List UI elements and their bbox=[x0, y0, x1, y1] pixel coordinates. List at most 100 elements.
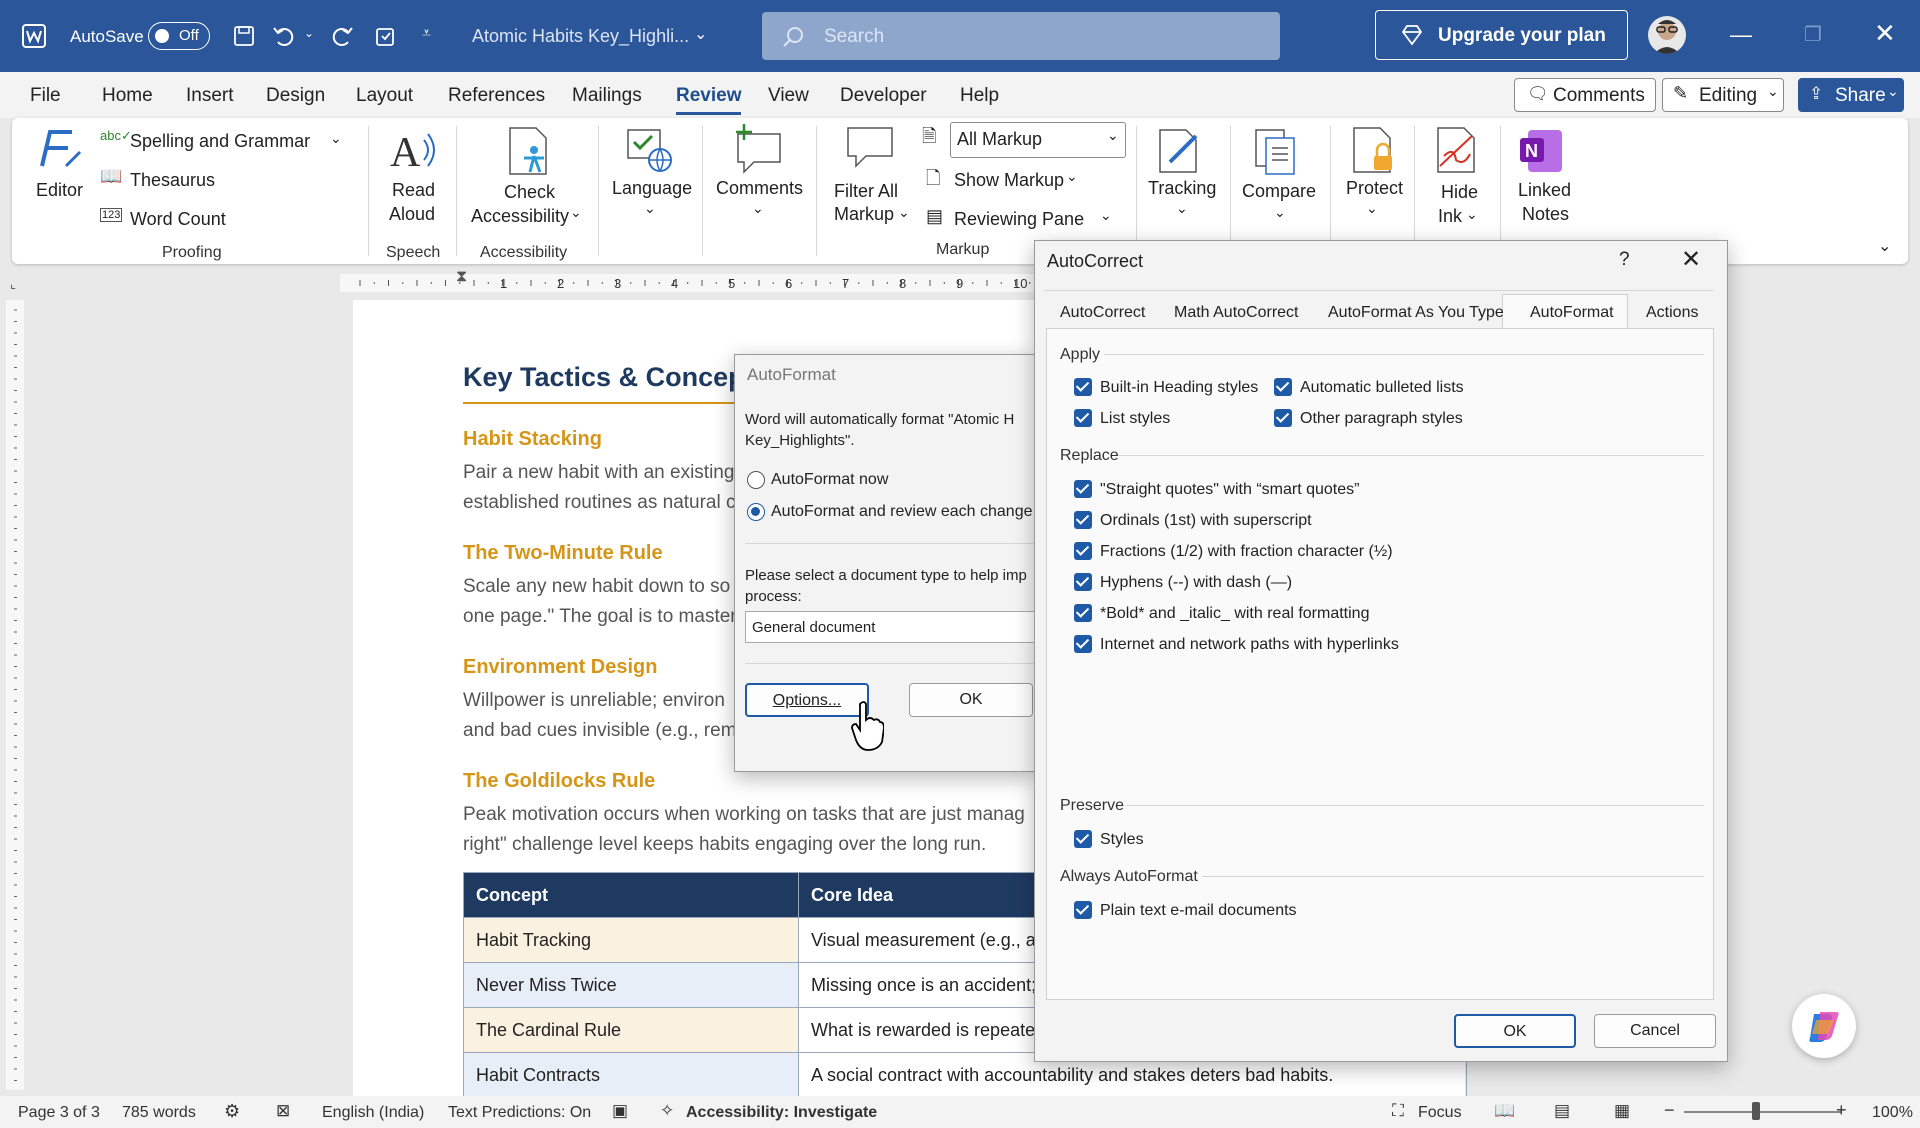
plain-text-email-checkbox[interactable] bbox=[1074, 901, 1092, 919]
list-styles-checkbox[interactable] bbox=[1074, 409, 1092, 427]
accessibility-status[interactable]: Accessibility: Investigate bbox=[686, 1104, 877, 1122]
chevron-down-icon[interactable]: ⌄ bbox=[898, 204, 910, 221]
thesaurus-button[interactable]: Thesaurus bbox=[130, 170, 215, 191]
search-box[interactable]: Search bbox=[762, 12, 1280, 60]
list-styles-label[interactable]: List styles bbox=[1100, 410, 1170, 428]
restore-icon[interactable]: ❐ bbox=[1804, 22, 1822, 47]
autocorrect-ok-button[interactable]: OK bbox=[1454, 1014, 1576, 1048]
tab-math-autocorrect[interactable]: Math AutoCorrect bbox=[1174, 304, 1299, 322]
tracking-icon[interactable] bbox=[1156, 126, 1204, 174]
menu-home[interactable]: Home bbox=[102, 85, 153, 107]
save-icon[interactable] bbox=[232, 24, 256, 48]
comments-label[interactable]: Comments bbox=[716, 178, 803, 199]
paragraph-styles-label[interactable]: Other paragraph styles bbox=[1300, 410, 1463, 428]
language-label[interactable]: Language bbox=[612, 178, 692, 199]
hyperlinks-label[interactable]: Internet and network paths with hyperlin… bbox=[1100, 636, 1399, 654]
spelling-grammar-button[interactable]: Spelling and Grammar bbox=[130, 131, 310, 152]
hide-ink-label-1[interactable]: Hide bbox=[1441, 182, 1478, 203]
read-aloud-label-1[interactable]: Read bbox=[392, 180, 435, 201]
reviewing-pane-button[interactable]: Reviewing Pane bbox=[954, 209, 1084, 230]
check-accessibility-label-1[interactable]: Check bbox=[504, 182, 555, 203]
customize-qat-icon[interactable]: ⩡ bbox=[422, 25, 431, 43]
close-dialog-icon[interactable]: ✕ bbox=[1681, 245, 1701, 274]
smart-quotes-checkbox[interactable] bbox=[1074, 480, 1092, 498]
language-icon[interactable] bbox=[626, 126, 674, 174]
protect-label[interactable]: Protect bbox=[1346, 178, 1403, 199]
menu-mailings[interactable]: Mailings bbox=[572, 85, 642, 107]
zoom-in-icon[interactable]: + bbox=[1836, 1100, 1847, 1121]
menu-design[interactable]: Design bbox=[266, 85, 325, 107]
avatar[interactable] bbox=[1648, 16, 1686, 54]
close-window-icon[interactable]: ✕ bbox=[1874, 18, 1896, 49]
paragraph-styles-checkbox[interactable] bbox=[1274, 409, 1292, 427]
proofing-status-icon[interactable]: ⚙ bbox=[224, 1101, 240, 1122]
read-aloud-icon[interactable]: A bbox=[388, 126, 438, 176]
comments-button[interactable]: 🗨 Comments bbox=[1514, 78, 1656, 112]
new-comment-icon[interactable] bbox=[734, 124, 784, 174]
ordinals-label[interactable]: Ordinals (1st) with superscript bbox=[1100, 512, 1312, 530]
autoformat-review-label[interactable]: AutoFormat and review each change bbox=[771, 503, 1032, 521]
zoom-out-icon[interactable]: − bbox=[1664, 1100, 1675, 1121]
undo-dropdown-icon[interactable]: ⌄ bbox=[304, 26, 314, 40]
page-indicator[interactable]: Page 3 of 3 bbox=[18, 1104, 100, 1122]
show-markup-button[interactable]: Show Markup bbox=[954, 170, 1064, 191]
filter-markup-icon[interactable] bbox=[846, 126, 894, 172]
chevron-down-icon[interactable]: ⌄ bbox=[330, 130, 342, 147]
preserve-styles-label[interactable]: Styles bbox=[1100, 831, 1144, 849]
autoformat-ok-button[interactable]: OK bbox=[909, 683, 1033, 717]
smart-quotes-label[interactable]: "Straight quotes" with “smart quotes” bbox=[1100, 481, 1359, 499]
menu-help[interactable]: Help bbox=[960, 85, 999, 107]
builtin-heading-label[interactable]: Built-in Heading styles bbox=[1100, 379, 1258, 397]
chevron-down-icon[interactable]: ⌄ bbox=[1100, 207, 1112, 224]
linked-notes-label-1[interactable]: Linked bbox=[1518, 180, 1571, 201]
tab-autoformat[interactable]: AutoFormat bbox=[1530, 304, 1614, 322]
menu-file[interactable]: File bbox=[30, 85, 61, 107]
chevron-down-icon[interactable]: ⌄ bbox=[1366, 200, 1378, 217]
chevron-down-icon[interactable]: ⌄ bbox=[1176, 200, 1188, 217]
tab-selector-icon[interactable]: ⌞ bbox=[10, 276, 16, 292]
minimize-icon[interactable]: — bbox=[1730, 22, 1752, 48]
word-count[interactable]: 785 words bbox=[122, 1104, 196, 1122]
compare-icon[interactable] bbox=[1252, 128, 1300, 176]
autocorrect-cancel-button[interactable]: Cancel bbox=[1594, 1014, 1716, 1048]
print-layout-icon[interactable]: ▤ bbox=[1554, 1101, 1570, 1121]
check-accessibility-label-2[interactable]: Accessibility bbox=[471, 206, 569, 227]
hyphens-checkbox[interactable] bbox=[1074, 573, 1092, 591]
focus-button[interactable]: Focus bbox=[1418, 1104, 1462, 1122]
zoom-slider-track[interactable] bbox=[1684, 1111, 1842, 1113]
title-dropdown-icon[interactable]: ⌄ bbox=[694, 24, 707, 44]
plain-text-email-label[interactable]: Plain text e-mail documents bbox=[1100, 902, 1297, 920]
chevron-down-icon[interactable]: ⌄ bbox=[570, 204, 582, 221]
chevron-down-icon[interactable]: ⌄ bbox=[1066, 168, 1078, 185]
autoformat-review-radio[interactable] bbox=[747, 503, 765, 521]
bulleted-lists-label[interactable]: Automatic bulleted lists bbox=[1300, 379, 1464, 397]
markup-select[interactable]: All Markup ⌄ bbox=[950, 122, 1126, 158]
indent-marker-icon[interactable]: ⧗ bbox=[456, 268, 467, 286]
menu-developer[interactable]: Developer bbox=[840, 85, 927, 107]
track-changes-icon[interactable]: ⊠ bbox=[276, 1101, 290, 1121]
menu-references[interactable]: References bbox=[448, 85, 545, 107]
read-mode-icon[interactable]: 📖 bbox=[1494, 1101, 1515, 1121]
filter-markup-label-1[interactable]: Filter All bbox=[834, 181, 898, 202]
tab-actions[interactable]: Actions bbox=[1646, 304, 1698, 322]
web-layout-icon[interactable]: ▦ bbox=[1614, 1101, 1630, 1121]
chevron-down-icon[interactable]: ⌄ bbox=[752, 200, 764, 217]
menu-layout[interactable]: Layout bbox=[356, 85, 413, 107]
tab-autocorrect[interactable]: AutoCorrect bbox=[1060, 304, 1145, 322]
builtin-heading-checkbox[interactable] bbox=[1074, 378, 1092, 396]
hyphens-label[interactable]: Hyphens (--) with dash (—) bbox=[1100, 574, 1292, 592]
protect-icon[interactable] bbox=[1350, 126, 1398, 174]
tracking-label[interactable]: Tracking bbox=[1148, 178, 1216, 199]
undo-icon[interactable] bbox=[272, 24, 296, 48]
autoformat-now-radio[interactable] bbox=[747, 471, 765, 489]
copilot-button[interactable] bbox=[1792, 994, 1856, 1058]
word-count-button[interactable]: Word Count bbox=[130, 209, 226, 230]
redo-icon[interactable] bbox=[330, 24, 354, 48]
language-status[interactable]: English (India) bbox=[322, 1104, 424, 1122]
chevron-down-icon[interactable]: ⌄ bbox=[1466, 206, 1478, 223]
menu-view[interactable]: View bbox=[768, 85, 809, 107]
menu-insert[interactable]: Insert bbox=[186, 85, 234, 107]
document-title[interactable]: Atomic Habits Key_Highli... bbox=[472, 26, 689, 47]
hide-ink-icon[interactable] bbox=[1434, 126, 1482, 174]
bulleted-lists-checkbox[interactable] bbox=[1274, 378, 1292, 396]
